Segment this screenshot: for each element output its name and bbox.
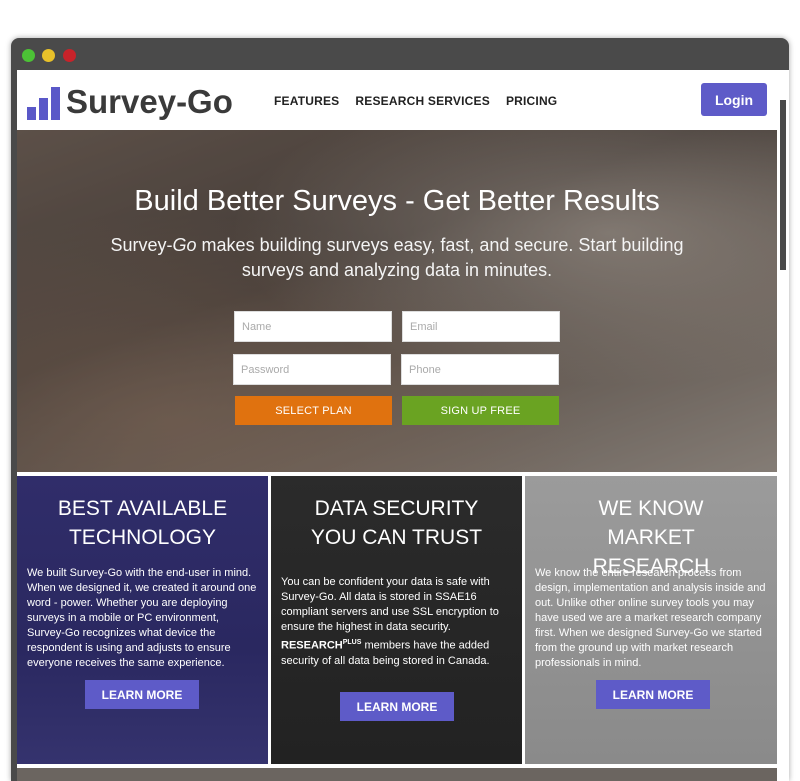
nav-item-features[interactable]: FEATURES [274,94,339,108]
subtitle-text: makes building surveys easy, fast, and s… [196,235,684,280]
bar-chart-icon [27,86,60,120]
scrollbar-thumb[interactable] [780,100,786,270]
window-close-button[interactable] [63,49,76,62]
hero-subtitle: Survey-Go makes building surveys easy, f… [107,233,687,283]
site-header: Survey-Go FEATURES RESEARCH SERVICES PRI… [17,70,777,130]
main-nav: FEATURES RESEARCH SERVICES PRICING [274,94,557,108]
next-section-preview [17,768,777,781]
subtitle-brand-italic: Go [172,235,197,255]
plus-superscript: PLUS [342,639,362,646]
feature-cards: BEST AVAILABLE TECHNOLOGY We built Surve… [17,476,777,764]
scrollbar[interactable] [777,70,789,781]
email-field[interactable] [402,311,560,342]
login-button[interactable]: Login [701,83,767,116]
learn-more-button[interactable]: LEARN MORE [596,680,710,709]
card-text-part: You can be confident your data is safe w… [281,576,499,633]
card-title: BEST AVAILABLE TECHNOLOGY [57,497,228,549]
card-text: You can be confident your data is safe w… [281,575,513,669]
hero-section: Build Better Surveys - Get Better Result… [17,130,777,472]
password-field[interactable] [233,354,391,385]
window-titlebar [11,38,789,70]
logo-text: Survey-Go [66,83,233,120]
feature-card-security: DATA SECURITY YOU CAN TRUST You can be c… [271,476,522,764]
select-plan-button[interactable]: SELECT PLAN [235,396,392,425]
hero-title: Build Better Surveys - Get Better Result… [134,185,660,217]
feature-card-market-research: WE KNOW MARKET RESEARCH We know the enti… [525,476,777,764]
phone-field[interactable] [401,354,559,385]
card-text: We know the entire research process from… [535,567,766,669]
name-field[interactable] [234,311,392,342]
card-title: DATA SECURITY YOU CAN TRUST [310,497,483,549]
learn-more-button[interactable]: LEARN MORE [340,692,454,721]
subtitle-brand: Survey- [110,235,173,255]
page-viewport: Survey-Go FEATURES RESEARCH SERVICES PRI… [17,70,777,781]
window-maximize-button[interactable] [22,49,35,62]
site-logo[interactable]: Survey-Go [27,80,233,120]
research-plus-label: RESEARCH [281,639,343,652]
feature-card-technology: BEST AVAILABLE TECHNOLOGY We built Surve… [17,476,268,764]
nav-item-research-services[interactable]: RESEARCH SERVICES [355,94,490,108]
window-minimize-button[interactable] [42,49,55,62]
learn-more-button[interactable]: LEARN MORE [85,680,199,709]
sign-up-free-button[interactable]: SIGN UP FREE [402,396,559,425]
card-text: We built Survey-Go with the end-user in … [27,567,257,669]
nav-item-pricing[interactable]: PRICING [506,94,557,108]
browser-window: Survey-Go FEATURES RESEARCH SERVICES PRI… [11,38,789,781]
